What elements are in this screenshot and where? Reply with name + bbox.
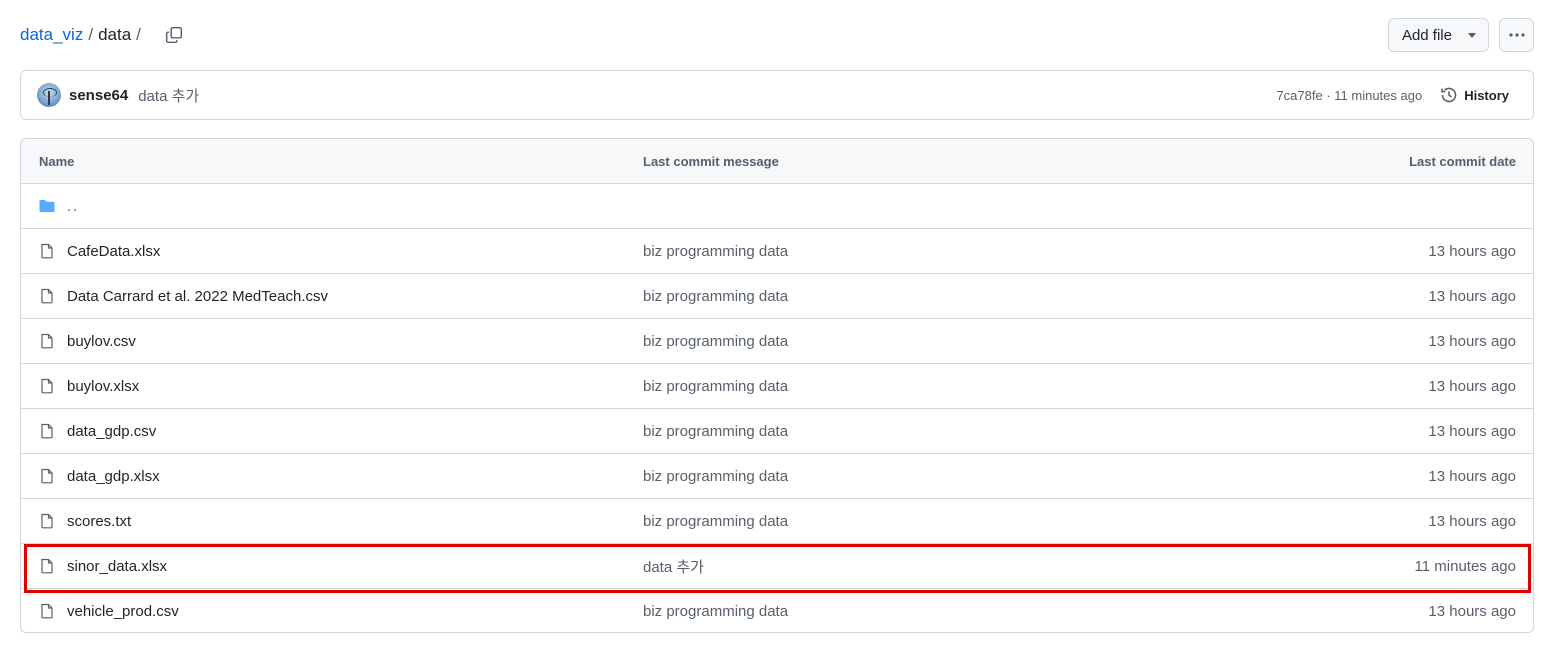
file-name-link[interactable]: vehicle_prod.csv: [67, 603, 179, 620]
kebab-horizontal-icon: [1508, 33, 1525, 37]
file-commit-date: 13 hours ago: [1428, 467, 1516, 485]
commit-message-link[interactable]: data 추가: [138, 85, 199, 106]
more-options-button[interactable]: [1499, 18, 1534, 52]
breadcrumb-repo-link[interactable]: data_viz: [20, 25, 83, 45]
file-commit-date: 13 hours ago: [1428, 377, 1516, 395]
top-bar-actions: Add file: [1387, 18, 1534, 52]
file-icon: [41, 378, 53, 394]
file-commit-message-link[interactable]: biz programming data: [643, 333, 788, 350]
file-name-link[interactable]: sinor_data.xlsx: [67, 558, 167, 575]
file-commit-message-link[interactable]: biz programming data: [643, 423, 788, 440]
table-row[interactable]: scores.txt biz programming data 13 hours…: [21, 499, 1533, 544]
breadcrumb-current-dir: data: [98, 25, 132, 44]
file-commit-date: 11 minutes ago: [1414, 557, 1516, 575]
history-button[interactable]: History: [1432, 81, 1517, 109]
file-icon: [41, 558, 53, 574]
file-name-link[interactable]: data_gdp.csv: [67, 423, 156, 440]
file-name-link[interactable]: CafeData.xlsx: [67, 243, 160, 260]
triangle-down-icon: [1468, 32, 1476, 38]
file-commit-date: 13 hours ago: [1428, 287, 1516, 305]
add-file-label: Add file: [1401, 26, 1452, 44]
avatar[interactable]: [37, 83, 61, 107]
header-last-commit-date: Last commit date: [1409, 153, 1516, 169]
copy-icon: [165, 26, 182, 44]
file-commit-date: 13 hours ago: [1428, 512, 1516, 530]
commit-info: 7ca78fe · 11 minutes ago History: [1276, 81, 1517, 109]
table-header: Name Last commit message Last commit dat…: [21, 139, 1533, 184]
file-commit-message-link[interactable]: biz programming data: [643, 513, 788, 530]
table-row[interactable]: CafeData.xlsx biz programming data 13 ho…: [21, 229, 1533, 274]
history-label: History: [1464, 87, 1509, 103]
table-row[interactable]: data_gdp.csv biz programming data 13 hou…: [21, 409, 1533, 454]
file-commit-date: 13 hours ago: [1428, 422, 1516, 440]
file-name-link[interactable]: scores.txt: [67, 513, 131, 530]
table-row[interactable]: data_gdp.xlsx biz programming data 13 ho…: [21, 454, 1533, 499]
file-commit-date: 13 hours ago: [1428, 242, 1516, 260]
latest-commit-box: sense64 data 추가 7ca78fe · 11 minutes ago…: [20, 70, 1534, 120]
top-bar: data_viz / data / Add file: [20, 17, 1534, 53]
file-commit-message-link[interactable]: biz programming data: [643, 468, 788, 485]
history-icon: [1441, 87, 1457, 103]
file-commit-message-link[interactable]: data 추가: [643, 556, 704, 577]
file-icon: [41, 243, 53, 259]
file-icon: [41, 513, 53, 529]
parent-directory-row[interactable]: ..: [21, 184, 1533, 229]
file-name-link[interactable]: Data Carrard et al. 2022 MedTeach.csv: [67, 288, 328, 305]
parent-directory-link[interactable]: ..: [67, 198, 79, 215]
add-file-button[interactable]: Add file: [1387, 18, 1489, 52]
commit-hash-and-time[interactable]: 7ca78fe · 11 minutes ago: [1276, 88, 1422, 103]
file-commit-message-link[interactable]: biz programming data: [643, 288, 788, 305]
table-row[interactable]: sinor_data.xlsx data 추가 11 minutes ago: [21, 544, 1533, 589]
file-icon: [41, 288, 53, 304]
copy-path-button[interactable]: [162, 23, 186, 47]
file-name-link[interactable]: buylov.xlsx: [67, 378, 139, 395]
breadcrumb-trailing-separator: /: [136, 25, 141, 44]
table-row[interactable]: vehicle_prod.csv biz programming data 13…: [21, 589, 1533, 632]
file-commit-message-link[interactable]: biz programming data: [643, 243, 788, 260]
file-commit-date: 13 hours ago: [1428, 603, 1516, 620]
header-last-commit-message: Last commit message: [643, 153, 779, 169]
file-icon: [41, 423, 53, 439]
file-table: Name Last commit message Last commit dat…: [20, 138, 1534, 633]
header-name: Name: [39, 153, 75, 169]
file-commit-message-link[interactable]: biz programming data: [643, 603, 788, 620]
breadcrumb: data_viz / data /: [20, 25, 146, 45]
file-name-link[interactable]: buylov.csv: [67, 333, 136, 350]
file-icon: [41, 333, 53, 349]
file-name-link[interactable]: data_gdp.xlsx: [67, 468, 160, 485]
file-rows: CafeData.xlsx biz programming data 13 ho…: [21, 229, 1533, 632]
table-row[interactable]: buylov.xlsx biz programming data 13 hour…: [21, 364, 1533, 409]
file-icon: [41, 603, 53, 619]
file-commit-date: 13 hours ago: [1428, 332, 1516, 350]
folder-icon: [39, 200, 55, 212]
file-icon: [41, 468, 53, 484]
table-row[interactable]: buylov.csv biz programming data 13 hours…: [21, 319, 1533, 364]
table-row[interactable]: Data Carrard et al. 2022 MedTeach.csv bi…: [21, 274, 1533, 319]
file-commit-message-link[interactable]: biz programming data: [643, 378, 788, 395]
breadcrumb-separator: /: [88, 25, 94, 44]
commit-author-link[interactable]: sense64: [69, 87, 128, 104]
